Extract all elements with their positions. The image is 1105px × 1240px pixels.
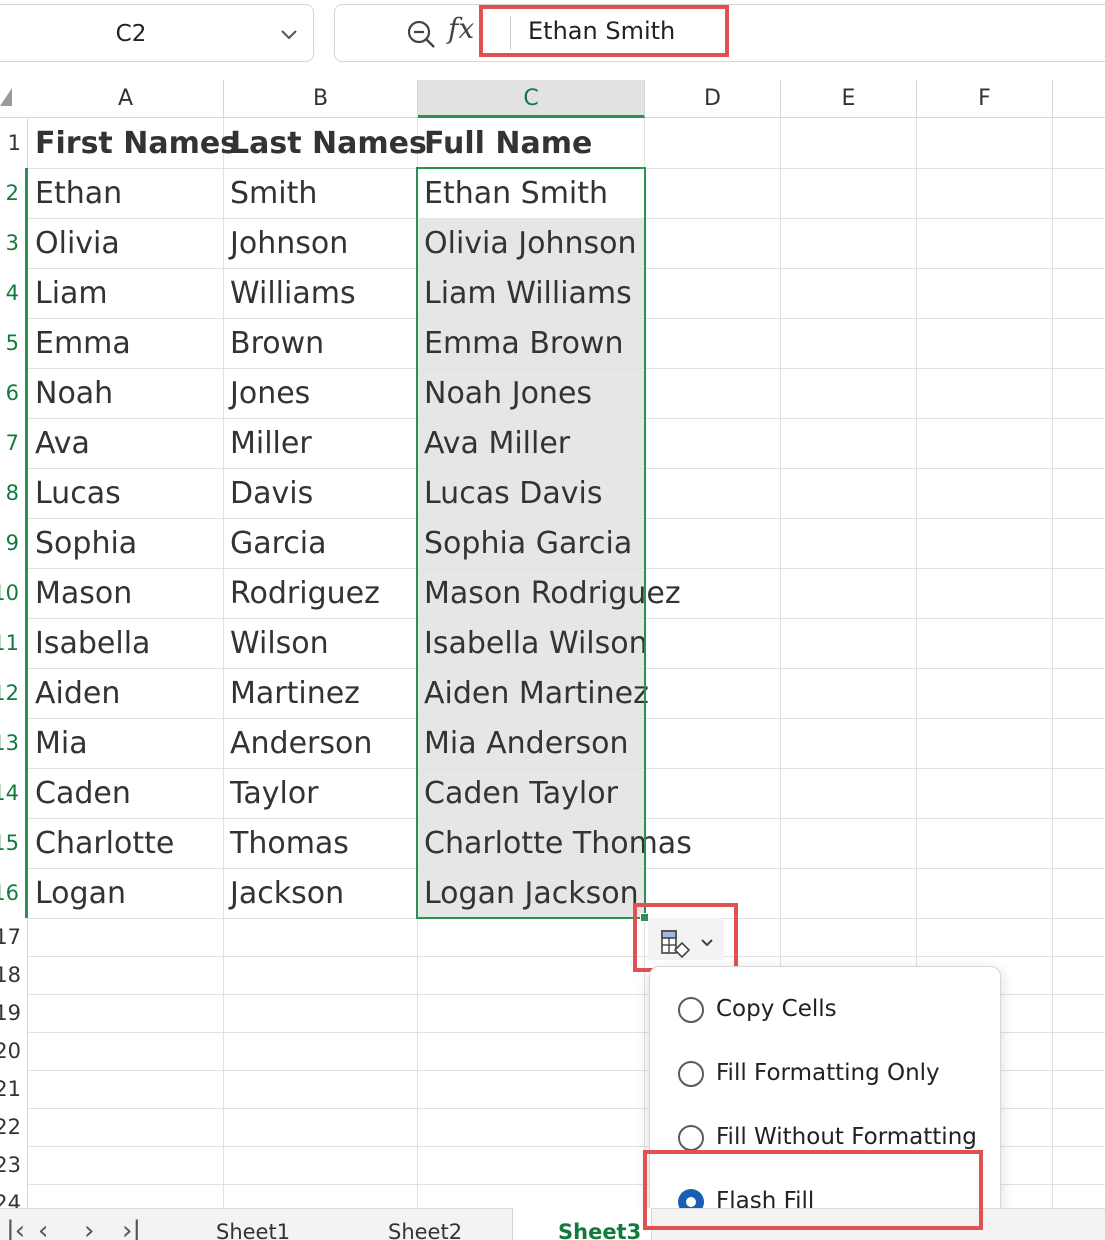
row-header[interactable]: 16 [0, 868, 28, 918]
next-sheet-icon[interactable]: › [84, 1216, 94, 1240]
column-header-c[interactable]: C [418, 80, 645, 118]
cell-last-name[interactable]: Anderson [230, 726, 372, 761]
tab-sheet1[interactable]: Sheet1 [216, 1220, 290, 1240]
prev-sheet-icon[interactable]: ‹ [38, 1216, 48, 1240]
cell-first-name[interactable]: Sophia [35, 526, 137, 561]
chevron-down-icon[interactable] [279, 27, 299, 41]
cell-last-name[interactable]: Thomas [230, 826, 349, 861]
header-cell-full-name[interactable]: Full Name [424, 126, 592, 161]
cell-last-name[interactable]: Wilson [230, 626, 329, 661]
gridline [223, 118, 224, 1210]
row-header[interactable]: 18 [0, 956, 28, 994]
menu-label: Fill Without Formatting [716, 1124, 977, 1150]
row-header[interactable]: 10 [0, 568, 28, 618]
row-header[interactable]: 9 [0, 518, 28, 568]
row-header[interactable]: 8 [0, 468, 28, 518]
cell-first-name[interactable]: Liam [35, 276, 108, 311]
tab-sheet2[interactable]: Sheet2 [388, 1220, 462, 1240]
menu-item-fill-formatting-only[interactable]: Fill Formatting Only [678, 1056, 988, 1096]
cell-last-name[interactable]: Jones [230, 376, 310, 411]
cell-last-name[interactable]: Johnson [230, 226, 348, 261]
row-header[interactable]: 6 [0, 368, 28, 418]
row-header[interactable]: 4 [0, 268, 28, 318]
menu-item-copy-cells[interactable]: Copy Cells [678, 992, 988, 1032]
menu-label: Copy Cells [716, 996, 837, 1022]
cell-last-name[interactable]: Garcia [230, 526, 327, 561]
tab-sheet3[interactable]: Sheet3 [558, 1220, 641, 1240]
cell-first-name[interactable]: Logan [35, 876, 126, 911]
gridline [28, 956, 1105, 957]
cell-last-name[interactable]: Davis [230, 476, 313, 511]
row-header[interactable]: 17 [0, 918, 28, 956]
cell-last-name[interactable]: Smith [230, 176, 317, 211]
cell-first-name[interactable]: Noah [35, 376, 113, 411]
cell-first-name[interactable]: Caden [35, 776, 131, 811]
cell-first-name[interactable]: Ava [35, 426, 90, 461]
flash-fill-highlight [643, 1150, 983, 1230]
cell-first-name[interactable]: Mason [35, 576, 132, 611]
row-header[interactable]: 7 [0, 418, 28, 468]
autofill-button-highlight [633, 903, 738, 972]
cell-first-name[interactable]: Mia [35, 726, 88, 761]
cell-last-name[interactable]: Rodriguez [230, 576, 380, 611]
select-all-corner[interactable] [0, 88, 12, 106]
row-header[interactable]: 2 [0, 168, 28, 218]
radio-fill-without-formatting[interactable] [678, 1125, 704, 1151]
row-header[interactable]: 1 [0, 118, 28, 168]
fx-icon[interactable]: fx [448, 12, 474, 45]
column-header-a[interactable]: A [28, 80, 224, 118]
row-header[interactable]: 14 [0, 768, 28, 818]
cell-last-name[interactable]: Martinez [230, 676, 360, 711]
radio-copy-cells[interactable] [678, 997, 704, 1023]
row-header[interactable]: 11 [0, 618, 28, 668]
zoom-icon[interactable] [405, 18, 437, 50]
cell-first-name[interactable]: Olivia [35, 226, 120, 261]
row-header[interactable]: 21 [0, 1070, 28, 1108]
cell-last-name[interactable]: Williams [230, 276, 356, 311]
selection-range [416, 167, 646, 919]
cell-last-name[interactable]: Miller [230, 426, 312, 461]
row-header[interactable]: 19 [0, 994, 28, 1032]
row-header[interactable]: 22 [0, 1108, 28, 1146]
cell-last-name[interactable]: Brown [230, 326, 324, 361]
row-header[interactable]: 15 [0, 818, 28, 868]
cell-first-name[interactable]: Isabella [35, 626, 150, 661]
cell-first-name[interactable]: Emma [35, 326, 131, 361]
header-cell-last-names[interactable]: Last Names [230, 126, 427, 161]
row-header[interactable]: 13 [0, 718, 28, 768]
header-cell-first-names[interactable]: First Names [35, 126, 238, 161]
row-header[interactable]: 24 [0, 1184, 28, 1208]
column-header-f[interactable]: F [917, 80, 1053, 118]
cell-first-name[interactable]: Charlotte [35, 826, 174, 861]
column-header-b[interactable]: B [224, 80, 418, 118]
cell-first-name[interactable]: Aiden [35, 676, 120, 711]
cell-first-name[interactable]: Lucas [35, 476, 121, 511]
cell-first-name[interactable]: Ethan [35, 176, 122, 211]
cell-last-name[interactable]: Jackson [230, 876, 344, 911]
row-header[interactable]: 23 [0, 1146, 28, 1184]
last-sheet-icon[interactable]: ›| [122, 1216, 141, 1240]
radio-fill-formatting-only[interactable] [678, 1061, 704, 1087]
row-header[interactable]: 3 [0, 218, 28, 268]
row-header[interactable]: 12 [0, 668, 28, 718]
row-header[interactable]: 5 [0, 318, 28, 368]
column-header-e[interactable]: E [781, 80, 917, 118]
menu-label: Fill Formatting Only [716, 1060, 940, 1086]
name-box[interactable]: C2 [0, 4, 314, 62]
name-box-value: C2 [115, 21, 147, 47]
formula-bar-highlight [479, 5, 729, 57]
gridline [1052, 118, 1053, 1210]
column-header-d[interactable]: D [645, 80, 781, 118]
first-sheet-icon[interactable]: |‹ [6, 1216, 25, 1240]
row-header[interactable]: 20 [0, 1032, 28, 1070]
cell-last-name[interactable]: Taylor [230, 776, 319, 811]
